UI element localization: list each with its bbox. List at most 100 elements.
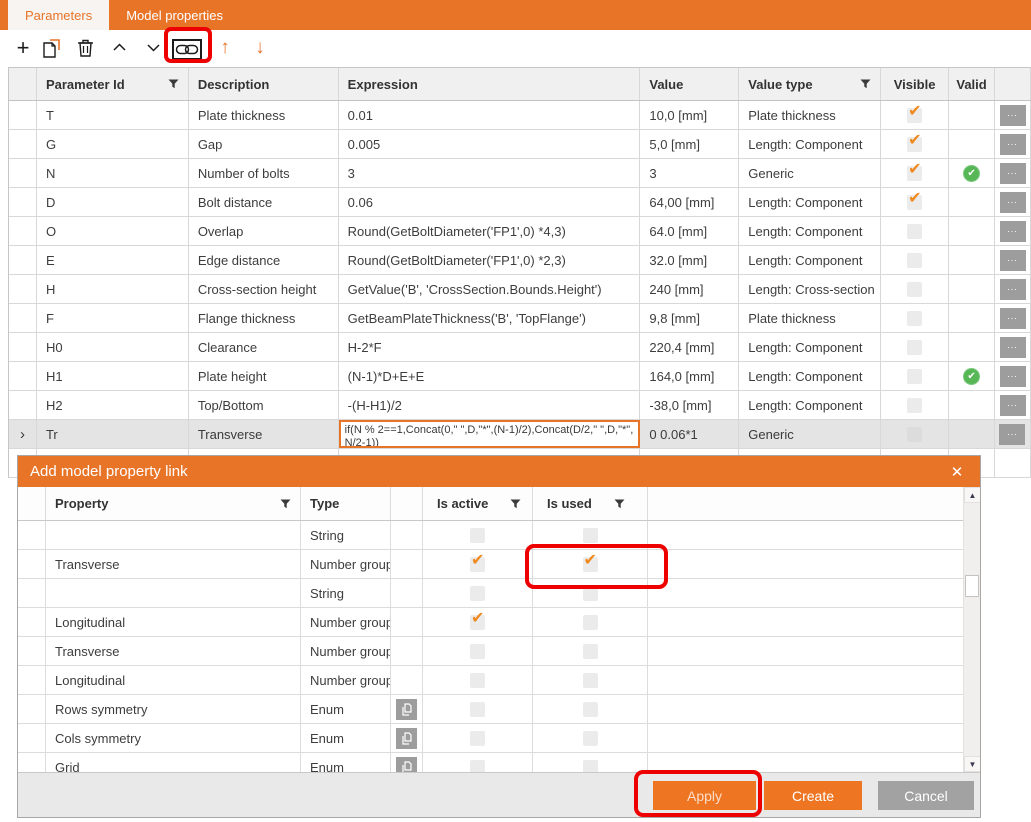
- expression-cell-editing[interactable]: if(N % 2==1,Concat(0," ",D,"*",(N-1)/2),…: [339, 420, 641, 448]
- expression-cell[interactable]: -(H-H1)/2: [339, 391, 641, 419]
- description-cell[interactable]: Cross-section height: [189, 275, 339, 303]
- more-button[interactable]: ...: [1000, 163, 1026, 184]
- row-selector[interactable]: [9, 391, 37, 419]
- expression-cell[interactable]: GetValue('B', 'CrossSection.Bounds.Heigh…: [339, 275, 641, 303]
- create-button[interactable]: Create: [764, 781, 862, 810]
- more-button[interactable]: ...: [1000, 221, 1026, 242]
- parameter-id-cell[interactable]: E: [37, 246, 189, 274]
- filter-icon[interactable]: [510, 499, 521, 509]
- is-active-checkbox[interactable]: [470, 702, 485, 717]
- is-used-checkbox[interactable]: [583, 731, 598, 746]
- parameter-id-cell[interactable]: F: [37, 304, 189, 332]
- description-cell[interactable]: Overlap: [189, 217, 339, 245]
- row-selector[interactable]: [9, 304, 37, 332]
- is-used-checkbox[interactable]: [583, 586, 598, 601]
- table-row[interactable]: E Edge distance Round(GetBoltDiameter('F…: [9, 246, 1031, 275]
- link-model-property-button[interactable]: [172, 39, 202, 60]
- visible-checkbox[interactable]: [907, 224, 922, 239]
- expression-cell[interactable]: 0.005: [339, 130, 641, 158]
- more-button[interactable]: ...: [1000, 134, 1026, 155]
- close-icon[interactable]: ✕: [946, 461, 968, 483]
- value-type-cell[interactable]: Length: Component: [739, 362, 881, 390]
- parameter-id-cell[interactable]: T: [37, 101, 189, 129]
- row-expander[interactable]: ›: [9, 420, 37, 448]
- row-selector[interactable]: [9, 130, 37, 158]
- value-type-cell[interactable]: Length: Component: [739, 217, 881, 245]
- is-used-checkbox[interactable]: [583, 760, 598, 773]
- visible-checkbox[interactable]: [907, 340, 922, 355]
- parameter-id-cell[interactable]: H0: [37, 333, 189, 361]
- property-row[interactable]: Longitudinal Number groups: [18, 608, 963, 637]
- table-row[interactable]: H2 Top/Bottom -(H-H1)/2 -38,0 [mm] Lengt…: [9, 391, 1031, 420]
- more-button[interactable]: ...: [999, 424, 1025, 445]
- is-used-checkbox[interactable]: [583, 615, 598, 630]
- value-type-cell[interactable]: Plate thickness: [739, 101, 881, 129]
- row-selector[interactable]: [9, 217, 37, 245]
- table-row[interactable]: H0 Clearance H-2*F 220,4 [mm] Length: Co…: [9, 333, 1031, 362]
- filter-icon[interactable]: [614, 499, 625, 509]
- property-row[interactable]: String: [18, 579, 963, 608]
- is-active-checkbox[interactable]: [470, 615, 485, 630]
- property-cell[interactable]: Transverse: [46, 550, 301, 578]
- tab-model-properties[interactable]: Model properties: [109, 0, 240, 30]
- parameter-id-cell[interactable]: Tr: [37, 420, 189, 448]
- row-selector[interactable]: [9, 333, 37, 361]
- property-cell[interactable]: Longitudinal: [46, 608, 301, 636]
- visible-checkbox[interactable]: [907, 195, 922, 210]
- more-button[interactable]: ...: [1000, 105, 1026, 126]
- visible-checkbox[interactable]: [907, 108, 922, 123]
- more-button[interactable]: ...: [1000, 308, 1026, 329]
- is-used-checkbox[interactable]: [583, 644, 598, 659]
- filter-icon[interactable]: [168, 79, 179, 89]
- description-cell[interactable]: Plate height: [189, 362, 339, 390]
- visible-checkbox[interactable]: [907, 137, 922, 152]
- property-cell[interactable]: Longitudinal: [46, 666, 301, 694]
- value-type-cell[interactable]: Length: Cross-section: [739, 275, 881, 303]
- property-row[interactable]: String: [18, 521, 963, 550]
- visible-checkbox[interactable]: [907, 369, 922, 384]
- parameter-id-cell[interactable]: H1: [37, 362, 189, 390]
- is-active-checkbox[interactable]: [470, 586, 485, 601]
- duplicate-icon[interactable]: [42, 38, 61, 59]
- is-active-checkbox[interactable]: [470, 644, 485, 659]
- property-row[interactable]: Rows symmetry Enum: [18, 695, 963, 724]
- expression-cell[interactable]: Round(GetBoltDiameter('FP1',0) *4,3): [339, 217, 641, 245]
- property-row[interactable]: Cols symmetry Enum: [18, 724, 963, 753]
- value-type-cell[interactable]: Length: Component: [739, 391, 881, 419]
- expression-cell[interactable]: 0.01: [339, 101, 641, 129]
- visible-checkbox[interactable]: [907, 282, 922, 297]
- apply-button[interactable]: Apply: [653, 781, 756, 810]
- tab-parameters[interactable]: Parameters: [8, 0, 109, 30]
- property-cell[interactable]: Transverse: [46, 637, 301, 665]
- cancel-button[interactable]: Cancel: [878, 781, 974, 810]
- move-down-icon[interactable]: ↓: [251, 35, 269, 61]
- description-cell[interactable]: Gap: [189, 130, 339, 158]
- property-row[interactable]: Longitudinal Number groups: [18, 666, 963, 695]
- chevron-up-icon[interactable]: [112, 38, 127, 58]
- visible-checkbox[interactable]: [907, 398, 922, 413]
- copy-enum-button[interactable]: [396, 699, 417, 720]
- is-active-checkbox[interactable]: [470, 731, 485, 746]
- more-button[interactable]: ...: [1000, 250, 1026, 271]
- parameter-id-cell[interactable]: O: [37, 217, 189, 245]
- parameter-id-cell[interactable]: H: [37, 275, 189, 303]
- property-cell[interactable]: [46, 521, 301, 549]
- description-cell[interactable]: Flange thickness: [189, 304, 339, 332]
- more-button[interactable]: ...: [1000, 279, 1026, 300]
- more-button[interactable]: ...: [1000, 192, 1026, 213]
- property-cell[interactable]: [46, 579, 301, 607]
- value-type-cell[interactable]: Generic: [739, 159, 881, 187]
- scroll-down-icon[interactable]: ▼: [964, 756, 980, 772]
- delete-icon[interactable]: [77, 38, 94, 58]
- description-cell[interactable]: Clearance: [189, 333, 339, 361]
- visible-checkbox[interactable]: [907, 311, 922, 326]
- is-used-checkbox[interactable]: [583, 673, 598, 688]
- table-row[interactable]: T Plate thickness 0.01 10,0 [mm] Plate t…: [9, 101, 1031, 130]
- table-row[interactable]: H1 Plate height (N-1)*D+E+E 164,0 [mm] L…: [9, 362, 1031, 391]
- parameter-id-cell[interactable]: D: [37, 188, 189, 216]
- parameter-id-cell[interactable]: N: [37, 159, 189, 187]
- parameter-id-cell[interactable]: H2: [37, 391, 189, 419]
- value-type-cell[interactable]: Length: Component: [739, 333, 881, 361]
- add-parameter-button[interactable]: +: [12, 36, 34, 60]
- property-row[interactable]: Transverse Number groups: [18, 550, 963, 579]
